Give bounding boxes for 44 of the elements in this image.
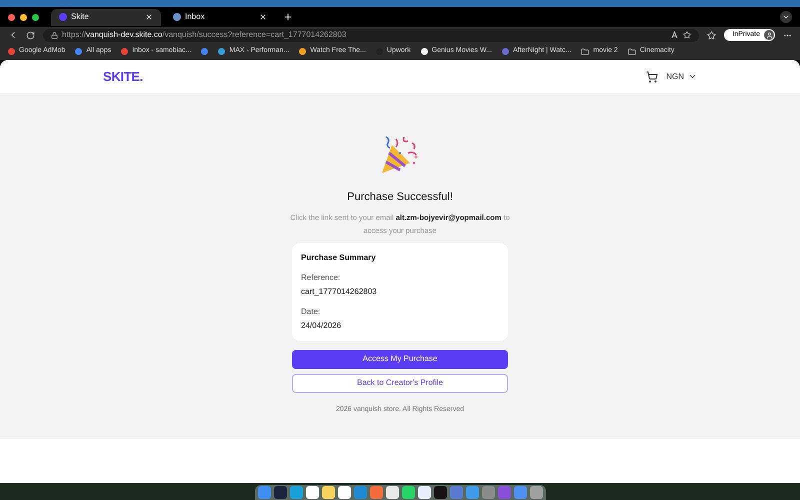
lock-icon — [51, 32, 58, 38]
app-icon[interactable] — [402, 486, 414, 499]
read-aloud-icon[interactable] — [671, 31, 680, 39]
back-to-profile-button[interactable]: Back to Creator's Profile — [292, 374, 508, 392]
app-icon[interactable] — [434, 486, 446, 499]
field-label: Date: — [301, 306, 322, 318]
favicon-icon — [59, 13, 67, 21]
app-icon[interactable] — [306, 486, 318, 499]
favicon-icon[interactable] — [299, 48, 306, 55]
reload-icon[interactable] — [26, 30, 35, 40]
minimize-window-icon[interactable] — [20, 14, 27, 20]
field-value: 24/04/2026 — [301, 320, 342, 332]
tab-title: Skite — [71, 11, 90, 23]
currency-selector[interactable]: NGN — [666, 70, 697, 82]
close-icon[interactable] — [145, 13, 153, 21]
close-icon[interactable] — [259, 13, 267, 21]
app-icon[interactable] — [338, 486, 350, 499]
app-icon[interactable] — [418, 486, 430, 499]
field-label: Reference: — [301, 272, 342, 284]
app-icon[interactable] — [322, 486, 334, 499]
favicon-icon[interactable] — [420, 48, 428, 55]
avatar-icon — [764, 30, 774, 40]
folder-icon[interactable] — [581, 48, 590, 56]
access-purchase-button[interactable]: Access My Purchase — [292, 350, 508, 368]
favourite-icon[interactable] — [683, 31, 692, 39]
success-title: Purchase Successful! — [347, 190, 453, 205]
browser-tab[interactable]: Skite — [51, 8, 161, 26]
field-value: cart_1777014262803 — [301, 286, 378, 298]
chevron-down-icon — [688, 72, 697, 81]
app-icon[interactable] — [274, 486, 286, 499]
tab-title: Inbox — [185, 11, 206, 23]
zoom-window-icon[interactable] — [32, 14, 39, 20]
favicon-icon — [173, 13, 181, 21]
tab-menu-icon[interactable] — [780, 11, 792, 23]
close-window-icon[interactable] — [8, 14, 15, 20]
address-field[interactable]: https://vanquish-dev.skite.co/vanquish/success?reference=cart_1777014262803 — [43, 28, 700, 42]
url-text: https://vanquish-dev.skite.co/vanquish/success?reference=cart_1777014262803 — [62, 29, 346, 41]
cart-icon[interactable] — [646, 70, 658, 82]
favourites-icon[interactable] — [707, 30, 716, 40]
new-tab-icon[interactable] — [283, 12, 293, 22]
app-icon[interactable] — [386, 486, 398, 499]
summary-title: Purchase Summary — [301, 252, 377, 264]
skite-logo[interactable]: SKITE. — [103, 66, 143, 86]
folder-icon[interactable] — [628, 48, 636, 56]
